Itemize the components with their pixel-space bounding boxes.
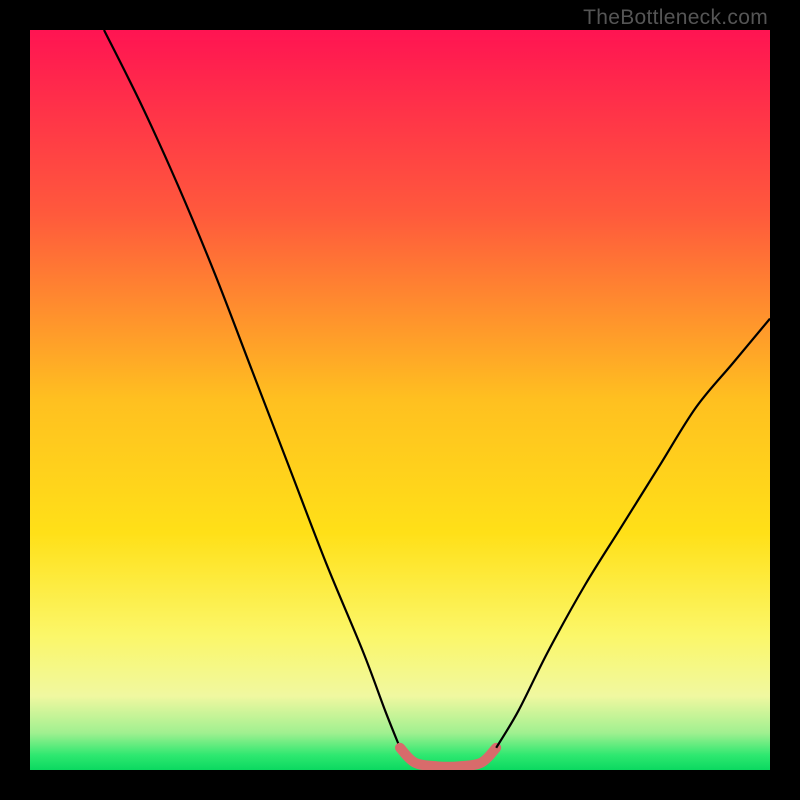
chart-svg — [30, 30, 770, 770]
watermark-text: TheBottleneck.com — [583, 6, 768, 30]
bottleneck-chart — [30, 30, 770, 770]
gradient-background — [30, 30, 770, 770]
